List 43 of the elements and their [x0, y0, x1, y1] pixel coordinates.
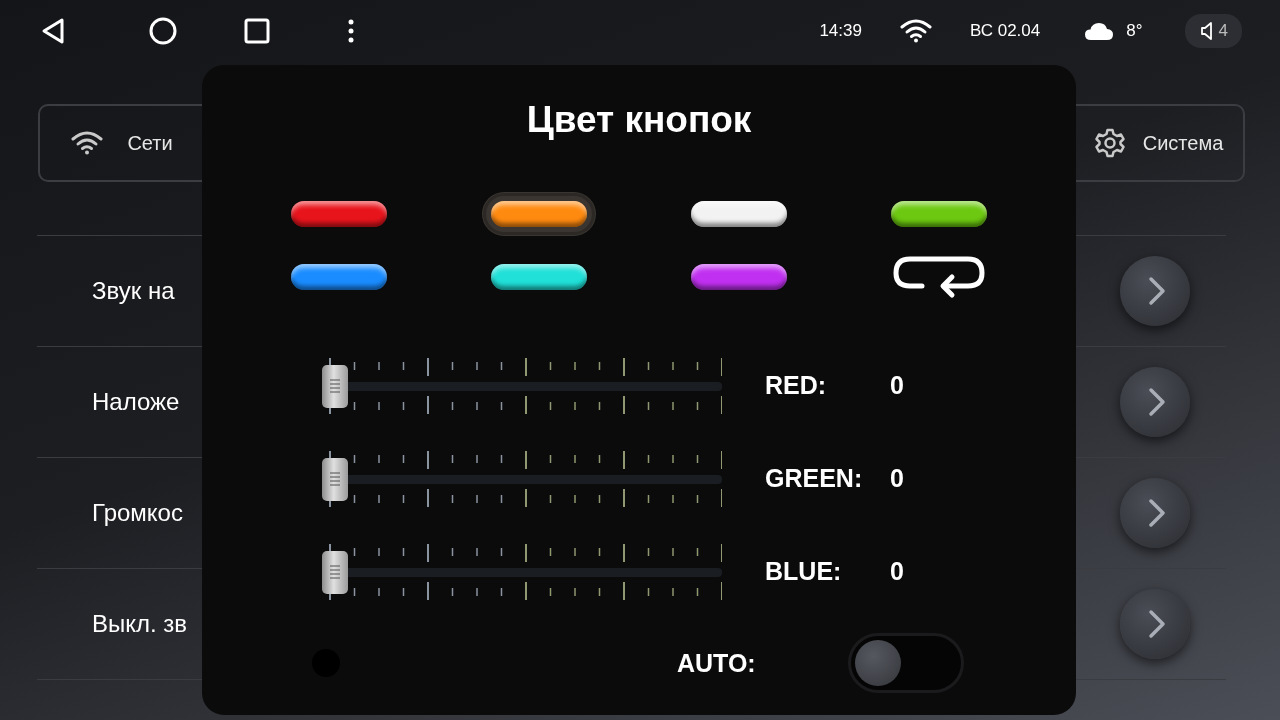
setting-label: Выкл. зв: [92, 610, 188, 638]
next-button[interactable]: [1120, 589, 1190, 659]
auto-label: AUTO:: [677, 648, 757, 678]
color-swatch[interactable]: [491, 263, 587, 290]
color-swatch[interactable]: [691, 200, 787, 227]
color-swatch[interactable]: [291, 200, 387, 227]
slider[interactable]: [322, 448, 722, 509]
channel-label: BLUE:: [765, 557, 843, 586]
wifi-icon: [899, 19, 932, 43]
setting-label: Наложе: [92, 388, 180, 416]
slider-thumb[interactable]: [322, 364, 348, 408]
speaker-icon: [1200, 22, 1213, 40]
tab[interactable]: Сети: [44, 110, 200, 176]
next-button[interactable]: [1120, 478, 1190, 548]
cloud-icon: [1084, 21, 1115, 41]
slider-thumb[interactable]: [322, 550, 348, 594]
color-swatch[interactable]: [891, 200, 987, 227]
color-swatch[interactable]: [291, 263, 387, 290]
channel-label: RED:: [765, 371, 828, 400]
clock-time: 14:39: [819, 21, 862, 41]
channel-value: 0: [890, 371, 905, 400]
slider-thumb[interactable]: [322, 457, 348, 501]
chevron-icon: [1148, 387, 1166, 417]
slider[interactable]: [322, 355, 722, 416]
chevron-icon: [1148, 609, 1166, 639]
next-button[interactable]: [1120, 367, 1190, 437]
next-button[interactable]: [1120, 256, 1190, 326]
settings-icon: [1094, 128, 1125, 158]
slider[interactable]: [322, 541, 722, 602]
channel-value: 0: [890, 464, 905, 493]
channel-label: GREEN:: [765, 464, 864, 493]
chevron-icon: [1148, 276, 1166, 306]
color-swatch[interactable]: [691, 263, 787, 290]
date-text: ВС 02.04: [969, 21, 1041, 41]
setting-label: Громкос: [92, 499, 183, 527]
channel-value: 0: [890, 557, 905, 586]
temperature-text: 8°: [1126, 21, 1143, 41]
wifi-icon: [71, 131, 104, 155]
chevron-icon: [1148, 498, 1166, 528]
setting-label: Звук на: [92, 277, 175, 305]
volume-indicator[interactable]: 4: [1184, 14, 1242, 48]
tab[interactable]: Система: [1079, 110, 1239, 176]
dialog-title: Цвет кнопок: [525, 98, 753, 142]
